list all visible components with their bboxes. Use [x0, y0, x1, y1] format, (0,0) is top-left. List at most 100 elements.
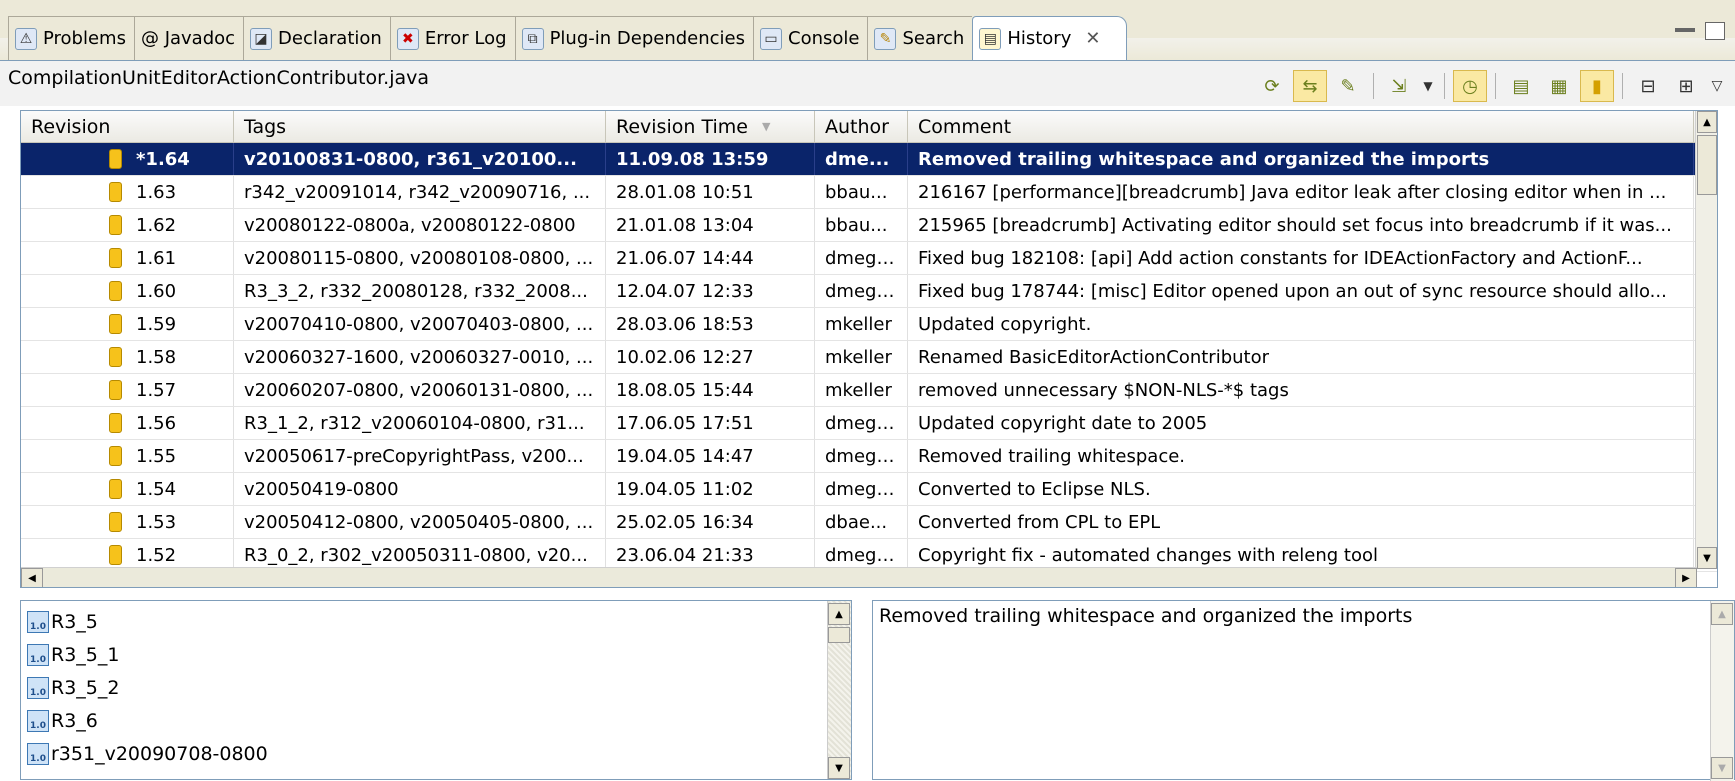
- close-tab-icon[interactable]: ✕: [1085, 28, 1100, 49]
- scroll-up-icon[interactable]: ▲: [828, 603, 850, 625]
- toolbar-separator: [1373, 73, 1374, 99]
- tag-list-item[interactable]: 1.0 R3_5_2: [27, 671, 845, 704]
- tab-problems[interactable]: ⚠ Problems: [8, 16, 134, 60]
- tags-cell: v20080122-0800a, v20080122-0800: [234, 209, 606, 241]
- author-cell: dme...: [815, 143, 908, 175]
- revision-icon: [109, 248, 122, 268]
- tag-icon: 1.0: [27, 643, 49, 666]
- table-row[interactable]: 1.55 v20050617-preCopyrightPass, v200... 1…: [21, 440, 1717, 473]
- table-vertical-scrollbar[interactable]: ▲ ▼: [1695, 111, 1717, 569]
- comment-cell: Renamed BasicEditorActionContributor: [908, 341, 1694, 373]
- table-row[interactable]: 1.60 R3_3_2, r332_20080128, r332_2008... 1…: [21, 275, 1717, 308]
- column-header-comment[interactable]: Comment: [908, 111, 1694, 142]
- revision-cell: 1.56: [21, 407, 234, 439]
- history-icon: ▤: [979, 27, 1002, 50]
- tab-declaration[interactable]: ◪ Declaration: [243, 16, 390, 60]
- link-with-editor-icon[interactable]: ⇆: [1293, 70, 1327, 102]
- table-row[interactable]: 1.59 v20070410-0800, v20070403-0800, ... 2…: [21, 308, 1717, 341]
- table-row[interactable]: 1.53 v20050412-0800, v20050405-0800, ... 2…: [21, 506, 1717, 539]
- scroll-up-icon[interactable]: ▲: [1697, 111, 1717, 133]
- comment-cell: Removed trailing whitespace and organize…: [908, 143, 1694, 175]
- revision-time-cell-text: 10.02.06 12:27: [616, 346, 754, 368]
- column-header-author[interactable]: Author: [815, 111, 908, 142]
- revision-icon: [109, 512, 122, 532]
- scroll-right-icon[interactable]: ▶: [1675, 568, 1697, 587]
- tags-pane-scrollbar[interactable]: ▲ ▼: [827, 601, 851, 779]
- maximize-icon[interactable]: [1705, 22, 1725, 40]
- local-and-remote-revisions-icon[interactable]: ▮: [1580, 70, 1614, 102]
- comment-pane-scrollbar[interactable]: ▲ ▼: [1710, 601, 1734, 781]
- author-cell: mkeller: [815, 308, 908, 340]
- tags-cell-text: R3_1_2, r312_v20060104-0800, r31...: [244, 412, 585, 434]
- revision-cell-text: 1.60: [136, 280, 177, 302]
- table-row[interactable]: *1.64 v20100831-0800, r361_v20100... 11.09…: [21, 143, 1717, 176]
- table-row[interactable]: 1.61 v20080115-0800, v20080108-0800, ... 2…: [21, 242, 1717, 275]
- table-row[interactable]: 1.56 R3_1_2, r312_v20060104-0800, r31... 1…: [21, 407, 1717, 440]
- collapse-all-icon[interactable]: ⊟: [1631, 70, 1665, 102]
- author-cell: mkeller: [815, 341, 908, 373]
- table-row[interactable]: 1.54 v20050419-0800 19.04.05 11:02 dmegert C…: [21, 473, 1717, 506]
- dropdown-arrow-icon[interactable]: ▼: [1420, 70, 1436, 102]
- tab-console[interactable]: ▭ Console: [753, 16, 868, 60]
- comment-detail-pane[interactable]: Removed trailing whitespace and organize…: [872, 600, 1735, 781]
- view-menu-icon[interactable]: ▽: [1707, 70, 1727, 102]
- remote-revisions-icon[interactable]: ▦: [1542, 70, 1576, 102]
- tag-name: r351_v20090708-0800: [51, 742, 268, 765]
- author-cell-text: dme...: [825, 148, 890, 170]
- table-row[interactable]: 1.63 r342_v20091014, r342_v20090716, ... 2…: [21, 176, 1717, 209]
- scroll-up-icon[interactable]: ▲: [1711, 603, 1733, 625]
- tag-name: R3_5_2: [51, 676, 120, 699]
- compare-mode-icon[interactable]: ◷: [1453, 70, 1487, 102]
- author-cell-text: dbae...: [825, 511, 888, 533]
- tab-history[interactable]: ▤ History ✕: [972, 16, 1128, 60]
- tab-javadoc[interactable]: @ Javadoc: [133, 16, 244, 60]
- comment-cell: Updated copyright date to 2005: [908, 407, 1694, 439]
- table-row[interactable]: 1.57 v20060207-0800, v20060131-0800, ... 1…: [21, 374, 1717, 407]
- tags-cell-text: v20050412-0800, v20050405-0800, ...: [244, 511, 594, 533]
- refresh-icon[interactable]: ⟳: [1255, 70, 1289, 102]
- group-by-date-icon[interactable]: ⇲: [1382, 70, 1416, 102]
- tab-label: History: [1007, 28, 1072, 49]
- author-cell-text: mkeller: [825, 379, 892, 401]
- revision-cell: 1.60: [21, 275, 234, 307]
- tab-label: Problems: [43, 28, 126, 49]
- revision-cell-text: 1.62: [136, 214, 177, 236]
- scroll-down-icon[interactable]: ▼: [828, 757, 850, 779]
- tags-cell-text: R3_0_2, r302_v20050311-0800, v20...: [244, 544, 588, 566]
- scroll-thumb[interactable]: [828, 627, 850, 643]
- revision-time-cell-text: 17.06.05 17:51: [616, 412, 754, 434]
- comment-cell: Updated copyright.: [908, 308, 1694, 340]
- declaration-icon: ◪: [250, 27, 273, 50]
- layout-icon[interactable]: ⊞: [1669, 70, 1703, 102]
- tag-list-item[interactable]: 1.0 r351_v20090708-0800: [27, 737, 845, 770]
- scroll-left-icon[interactable]: ◀: [21, 568, 43, 587]
- revision-icon: [109, 545, 122, 565]
- table-horizontal-scrollbar[interactable]: ◀ ▶: [21, 567, 1697, 587]
- revision-time-cell: 11.09.08 13:59: [606, 143, 815, 175]
- tags-cell-text: v20100831-0800, r361_v20100...: [244, 148, 577, 170]
- scroll-down-icon[interactable]: ▼: [1697, 547, 1717, 569]
- revision-cell: *1.64: [21, 143, 234, 175]
- comment-cell-text: removed unnecessary $NON-NLS-*$ tags: [918, 379, 1289, 401]
- column-header-revision-time[interactable]: Revision Time ▼: [606, 111, 815, 142]
- tag-list-item[interactable]: 1.0 R3_6: [27, 704, 845, 737]
- tag-list-item[interactable]: 1.0 R3_5_1: [27, 638, 845, 671]
- column-header-tags[interactable]: Tags: [234, 111, 606, 142]
- table-row[interactable]: 1.62 v20080122-0800a, v20080122-0800 21.01…: [21, 209, 1717, 242]
- tab-plugin-dependencies[interactable]: ⧉ Plug-in Dependencies: [514, 16, 753, 60]
- tab-error-log[interactable]: ✖ Error Log: [389, 16, 515, 60]
- scroll-down-icon[interactable]: ▼: [1711, 757, 1733, 779]
- tab-search[interactable]: ✎ Search: [867, 16, 973, 60]
- column-header-revision[interactable]: Revision: [21, 111, 234, 142]
- toolbar-separator: [1622, 73, 1623, 99]
- tags-cell-text: v20080122-0800a, v20080122-0800: [244, 214, 576, 236]
- scroll-thumb[interactable]: [1697, 135, 1717, 195]
- tag-list-item[interactable]: 1.0 R3_5: [27, 605, 845, 638]
- table-body: *1.64 v20100831-0800, r361_v20100... 11.09…: [21, 143, 1717, 587]
- local-revisions-icon[interactable]: ▤: [1504, 70, 1538, 102]
- table-row[interactable]: 1.58 v20060327-1600, v20060327-0010, ... 1…: [21, 341, 1717, 374]
- author-cell-text: mkeller: [825, 346, 892, 368]
- pin-icon[interactable]: ✎: [1331, 70, 1365, 102]
- revision-icon: [109, 149, 122, 169]
- minimize-icon[interactable]: [1675, 28, 1695, 32]
